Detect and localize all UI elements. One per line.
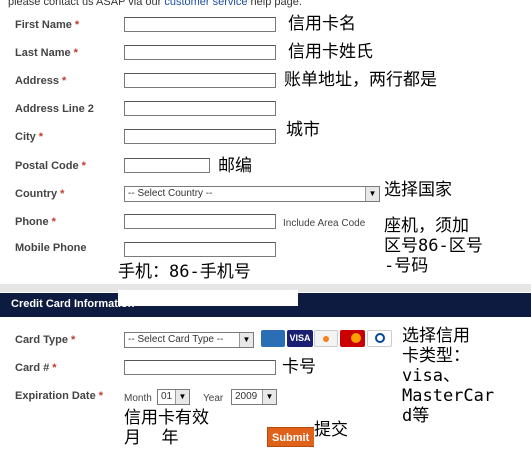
top-note-prefix: please contact us ASAP via our	[8, 0, 162, 8]
customer-service-link[interactable]: customer service	[164, 0, 247, 8]
country-select-value: -- Select Country --	[128, 188, 213, 199]
annotation-country: 选择国家	[384, 180, 514, 202]
first-name-label: First Name *	[15, 19, 80, 31]
required-mark: *	[51, 216, 56, 228]
mastercard-logo-icon	[340, 330, 365, 347]
mobile-phone-label: Mobile Phone	[15, 242, 87, 254]
required-mark: *	[60, 188, 65, 200]
year-select-value: 2009	[235, 391, 258, 402]
annotation-submit: 提交	[314, 420, 386, 448]
visa-logo-icon: VISA	[287, 330, 313, 347]
country-label: Country *	[15, 188, 65, 200]
annotation-first-name: 信用卡名	[288, 14, 496, 37]
annotation-phone: 座机，须加 区号86-区号 -号码	[384, 216, 514, 278]
month-select-value: 01	[161, 391, 173, 402]
address-label: Address *	[15, 75, 67, 87]
annotation-address: 账单地址，两行都是	[284, 70, 514, 112]
phone-label: Phone *	[15, 216, 56, 228]
required-mark: *	[74, 19, 80, 31]
month-select[interactable]: 01 ▼	[157, 389, 190, 405]
city-label: City *	[15, 131, 44, 143]
year-select[interactable]: 2009 ▼	[231, 389, 277, 405]
required-mark: *	[98, 390, 103, 402]
expiration-label: Expiration Date *	[15, 390, 103, 402]
country-select[interactable]: -- Select Country -- ▼	[124, 186, 380, 202]
amex-logo-icon	[261, 330, 285, 347]
chevron-down-icon[interactable]: ▼	[365, 187, 379, 201]
required-mark: *	[38, 131, 44, 143]
annotation-mobile-overlap	[118, 290, 298, 306]
month-label: Month	[124, 393, 152, 404]
diners-club-logo-icon	[367, 330, 392, 347]
annotation-card-type: 选择信用 卡类型： visa、 MasterCar d等	[402, 326, 514, 430]
top-help-note: please contact us ASAP via our customer …	[8, 0, 302, 8]
credit-card-section-title: Credit Card Information	[11, 298, 135, 310]
top-note-suffix: help page.	[250, 0, 302, 8]
card-type-select[interactable]: -- Select Card Type -- ▼	[124, 332, 254, 348]
year-label: Year	[203, 393, 224, 404]
address-input[interactable]	[124, 73, 276, 88]
first-name-input[interactable]	[124, 17, 276, 32]
card-type-label: Card Type *	[15, 334, 76, 346]
address-line2-label: Address Line 2	[15, 103, 94, 115]
required-mark: *	[70, 334, 76, 346]
chevron-down-icon[interactable]: ▼	[262, 390, 276, 404]
submit-button[interactable]: Submit	[267, 427, 315, 447]
postal-code-input[interactable]	[124, 158, 210, 173]
last-name-input[interactable]	[124, 45, 276, 60]
chevron-down-icon[interactable]: ▼	[239, 333, 253, 347]
required-mark: *	[52, 362, 57, 374]
chevron-down-icon[interactable]: ▼	[175, 390, 189, 404]
city-input[interactable]	[124, 129, 276, 144]
card-number-label: Card # *	[15, 362, 57, 374]
required-mark: *	[62, 75, 67, 87]
annotation-last-name: 信用卡姓氏	[288, 42, 498, 65]
annotation-expiration: 信用卡有效 月 年	[124, 408, 258, 452]
postal-code-label: Postal Code *	[15, 160, 86, 172]
discover-logo-icon	[314, 330, 338, 347]
required-mark: *	[73, 47, 78, 59]
card-number-input[interactable]	[124, 360, 276, 375]
last-name-label: Last Name *	[15, 47, 78, 59]
phone-hint: Include Area Code	[283, 218, 366, 229]
mobile-phone-input[interactable]	[124, 242, 276, 257]
annotation-postal-code: 邮编	[218, 156, 338, 178]
annotation-card-number: 卡号	[282, 357, 348, 379]
annotation-city: 城市	[286, 120, 386, 144]
required-mark: *	[81, 160, 86, 172]
card-type-select-value: -- Select Card Type --	[128, 334, 224, 345]
address-line2-input[interactable]	[124, 101, 276, 116]
phone-input[interactable]	[124, 214, 276, 229]
